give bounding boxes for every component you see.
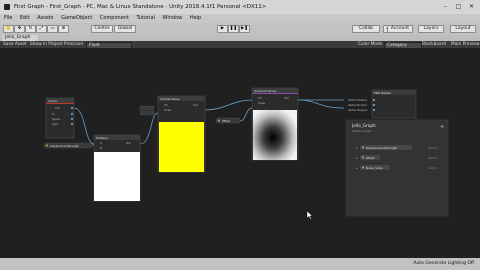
property-name: Noise_Scale <box>366 166 383 170</box>
status-text: Auto Generate Lighting Off <box>413 261 474 266</box>
menu-component[interactable]: Component <box>100 15 129 21</box>
show-in-project-button[interactable]: Show in Project <box>30 41 63 48</box>
master-port-tangent: Vertex Tangent <box>348 108 367 112</box>
scale-input-field[interactable] <box>139 105 155 116</box>
account-dropdown[interactable]: Account <box>387 25 413 33</box>
master-port-normal: Vertex Normal <box>348 103 367 107</box>
layout-dropdown[interactable]: Layout <box>450 25 476 33</box>
master-node-title: PBR Master <box>374 91 392 95</box>
vector-port-in: In <box>52 112 55 116</box>
graph-canvas[interactable]: Vector Out In Space Type DisplacementStr… <box>0 48 480 258</box>
edge-gradient-to-master-2 <box>297 99 345 109</box>
edge-mult-to-noise <box>139 112 159 145</box>
property-type: Vector1 <box>428 156 438 160</box>
unity-editor-window: First Graph - First_Graph - PC, Mac & Li… <box>0 0 480 270</box>
edge-offset-to-gradient <box>239 107 253 122</box>
blackboard-subtitle: Shader Graph <box>352 129 372 133</box>
property-label: DisplacementStrength <box>50 144 79 148</box>
pivot-toggle[interactable]: Center <box>91 25 113 33</box>
edge-noise-to-gradient <box>204 99 253 111</box>
gradient-preview <box>253 110 297 160</box>
step-button[interactable]: ▶❚ <box>239 25 250 33</box>
multiply-preview <box>94 152 140 201</box>
multiply-port-out: Out <box>126 141 131 145</box>
menu-tutorial[interactable]: Tutorial <box>137 15 155 21</box>
main-preview-toggle[interactable]: Main Preview <box>451 41 479 48</box>
gradient-port-scale: Scale <box>258 101 265 105</box>
precision-label: Precision <box>64 42 84 47</box>
transform-tool-button[interactable]: ⊕ <box>58 25 69 33</box>
gradient-port-out: Out <box>284 96 289 100</box>
gradient-noise-node[interactable]: Gradient Noise UV Scale Out <box>251 87 299 161</box>
layers-dropdown[interactable]: Layers <box>418 25 444 33</box>
graph-svg[interactable]: Vector Out In Space Type DisplacementStr… <box>0 48 480 258</box>
add-property-icon[interactable]: + <box>440 124 444 130</box>
gradient-port-uv: UV <box>258 96 262 100</box>
rect-tool-button[interactable]: ▭ <box>47 25 58 33</box>
property-name: Offset <box>366 156 375 160</box>
color-mode-label: Color Mode <box>358 42 383 47</box>
minimize-icon[interactable]: – <box>439 0 452 14</box>
arrow-cursor-icon <box>306 210 313 220</box>
yellow-port-out: Out <box>193 103 198 107</box>
graph-toolbar: Save Asset Show in Project Precision Flo… <box>0 41 480 49</box>
save-asset-button[interactable]: Save Asset <box>3 41 27 48</box>
move-tool-button[interactable]: ✥ <box>14 25 25 33</box>
yellow-port-scale: Scale <box>164 108 171 112</box>
scale-tool-button[interactable]: ⤢ <box>36 25 47 33</box>
blackboard-title: Jello_Graph <box>351 123 376 128</box>
yellow-preview <box>159 122 204 172</box>
menu-bar: File Edit Assets GameObject Component Tu… <box>0 14 480 23</box>
blackboard-panel[interactable]: Jello_Graph Shader Graph + ▸ Displacemen… <box>345 119 449 217</box>
property-name: DisplacementStrength <box>366 146 398 150</box>
yellow-noise-node[interactable]: Simple Noise UV Scale Out <box>157 95 206 173</box>
window-controls: – □ ✕ <box>439 0 478 14</box>
menu-window[interactable]: Window <box>163 15 183 21</box>
port-dot[interactable] <box>71 113 73 115</box>
vector-port-type: Type <box>52 122 58 126</box>
vector-port-space: Space <box>52 117 60 121</box>
master-node[interactable]: PBR Master Vertex Position Vertex Normal… <box>348 89 417 119</box>
multiply-port-b: B <box>100 146 102 150</box>
space-toggle[interactable]: Global <box>114 25 136 33</box>
vector-node-title: Vector <box>48 99 58 103</box>
port-dot[interactable] <box>71 123 73 125</box>
menu-edit[interactable]: Edit <box>20 15 30 21</box>
close-icon[interactable]: ✕ <box>465 0 478 14</box>
menu-assets[interactable]: Assets <box>37 15 53 21</box>
collab-button[interactable]: Collab <box>352 25 380 33</box>
offset-property-node[interactable]: Offset <box>215 117 241 124</box>
window-title: First Graph - First_Graph - PC, Mac & Li… <box>14 4 267 10</box>
yellow-port-uv: UV <box>164 103 168 107</box>
title-bar: First Graph - First_Graph - PC, Mac & Li… <box>0 0 480 14</box>
gradient-node-title: Gradient Noise <box>254 89 276 93</box>
rotate-tool-button[interactable]: ↻ <box>25 25 36 33</box>
port-dot[interactable] <box>71 118 73 120</box>
master-port-position: Vertex Position <box>348 98 368 102</box>
menu-gameobject[interactable]: GameObject <box>61 15 92 21</box>
yellow-node-title: Simple Noise <box>160 97 180 101</box>
pause-button[interactable]: ❚❚ <box>228 25 239 33</box>
displacement-property-node[interactable]: DisplacementStrength <box>43 142 93 149</box>
vector-node[interactable]: Vector Out In Space Type <box>45 97 75 139</box>
hand-tool-button[interactable]: ✋ <box>3 25 14 33</box>
offset-label: Offset <box>222 119 230 123</box>
port-dot[interactable] <box>71 107 73 109</box>
multiply-node[interactable]: Multiply A B Out <box>93 134 141 202</box>
multiply-node-title: Multiply <box>96 136 108 140</box>
property-type: Vector1 <box>428 166 438 170</box>
menu-file[interactable]: File <box>4 15 12 21</box>
vector-port-out: Out <box>55 106 60 110</box>
play-button[interactable]: ▶ <box>217 25 228 33</box>
blackboard-toggle[interactable]: Blackboard <box>422 41 446 48</box>
unity-logo-icon <box>4 4 10 10</box>
status-bar: Auto Generate Lighting Off <box>0 258 480 270</box>
edge-left-to-mult <box>73 107 95 145</box>
maximize-icon[interactable]: □ <box>452 0 465 14</box>
property-type: Vector1 <box>428 146 438 150</box>
menu-help[interactable]: Help <box>190 15 201 21</box>
multiply-port-a: A <box>100 141 102 145</box>
